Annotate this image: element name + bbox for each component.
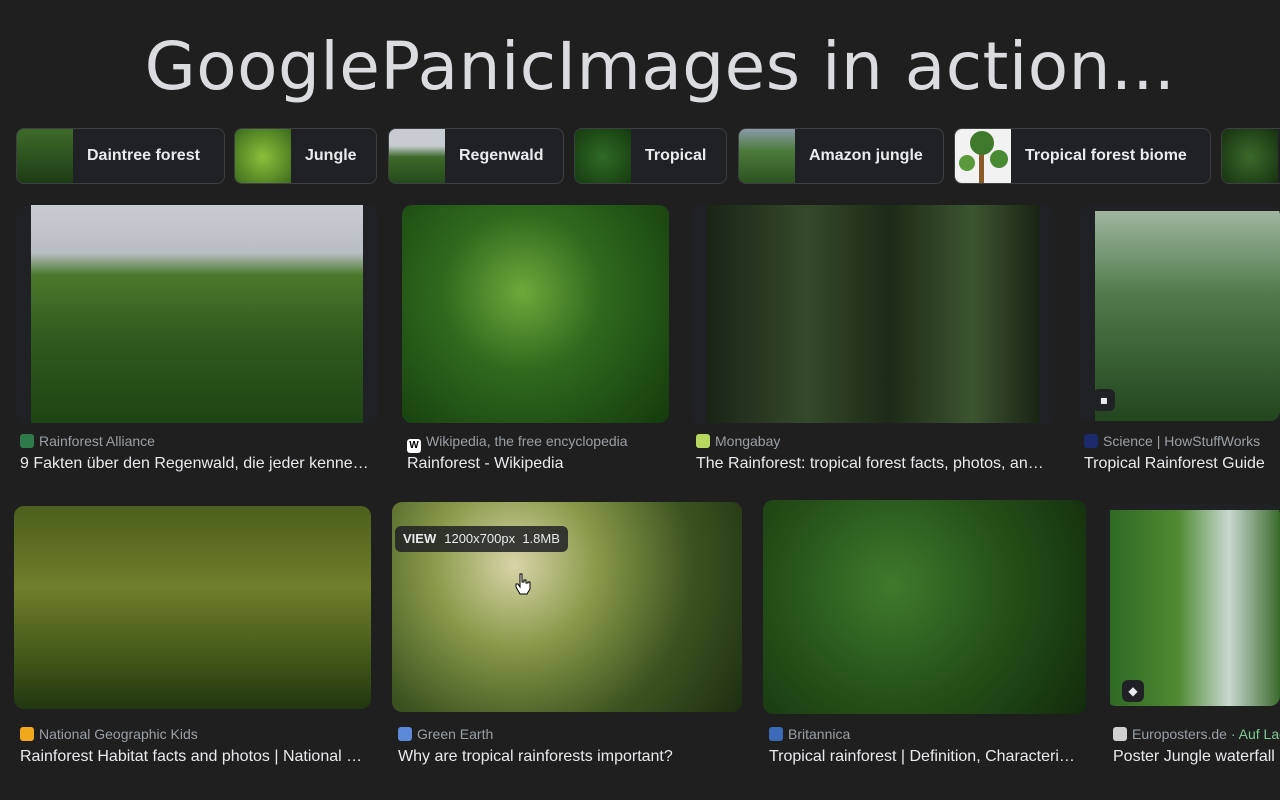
chip-more[interactable] (1221, 128, 1280, 184)
result-image-frame (402, 205, 669, 423)
chip-label: Tropical forest biome (1025, 147, 1187, 164)
result-image-frame: ◆ (1106, 504, 1280, 706)
chip-thumbnail (389, 129, 445, 183)
result-caption[interactable]: 9 Fakten über den Regenwald, die jeder k… (20, 455, 372, 473)
result-source[interactable]: Europosters.de · Auf Lager (1113, 726, 1280, 742)
chip-label: Daintree forest (87, 147, 200, 164)
favicon-icon (769, 727, 783, 741)
result-source[interactable]: Rainforest Alliance (20, 433, 155, 449)
result-source[interactable]: Science | HowStuffWorks (1084, 433, 1260, 449)
tag-icon: ◆ (1122, 680, 1144, 702)
wikipedia-icon: W (407, 439, 421, 453)
favicon-icon (696, 434, 710, 448)
chip-thumbnail (235, 129, 291, 183)
chip-amazon-jungle[interactable]: Amazon jungle (738, 128, 944, 184)
chip-label: Tropical (645, 147, 707, 164)
chip-thumbnail (575, 129, 631, 183)
result-source[interactable]: W Wikipedia, the free encyclopedia (407, 433, 628, 453)
chip-tropical[interactable]: Tropical (574, 128, 727, 184)
result-caption[interactable]: The Rainforest: tropical forest facts, p… (696, 455, 1048, 473)
related-searches-bar: Daintree forest Jungle Regenwald Tropica… (16, 128, 1280, 186)
page-title: GooglePanicImages in action... (144, 28, 1176, 105)
stock-status: · Auf Lager (1230, 726, 1280, 742)
chip-daintree-forest[interactable]: Daintree forest (16, 128, 225, 184)
favicon-icon (20, 434, 34, 448)
favicon-icon (398, 727, 412, 741)
chip-thumbnail (739, 129, 795, 183)
result-source[interactable]: Green Earth (398, 726, 493, 742)
chip-jungle[interactable]: Jungle (234, 128, 377, 184)
chip-thumbnail (17, 129, 73, 183)
result-image-frame (14, 506, 371, 709)
result-image-frame (763, 500, 1086, 714)
result-image[interactable] (31, 205, 363, 423)
result-source[interactable]: Mongabay (696, 433, 780, 449)
hand-pointer-cursor-icon (514, 573, 532, 599)
chip-regenwald[interactable]: Regenwald (388, 128, 564, 184)
chip-label: Amazon jungle (809, 147, 923, 164)
result-image-frame (16, 205, 378, 425)
view-label: VIEW (403, 531, 437, 546)
result-source[interactable]: National Geographic Kids (20, 726, 198, 742)
result-image[interactable] (1095, 211, 1280, 421)
result-source[interactable]: Britannica (769, 726, 850, 742)
chip-thumbnail (955, 129, 1011, 183)
chip-label: Regenwald (459, 147, 544, 164)
favicon-icon (20, 727, 34, 741)
result-caption[interactable]: Rainforest Habitat facts and photos | Na… (20, 748, 370, 766)
result-image-frame (691, 205, 1055, 425)
result-image-frame: ▪ (1079, 205, 1280, 421)
chip-thumbnail (1222, 129, 1278, 183)
image-icon: ▪ (1093, 389, 1115, 411)
result-caption[interactable]: Tropical rainforest | Definition, Charac… (769, 748, 1081, 766)
image-size: 1.8MB (522, 531, 560, 546)
view-image-overlay[interactable]: VIEW 1200x700px 1.8MB (395, 526, 568, 552)
result-image[interactable] (402, 205, 669, 423)
favicon-icon (1084, 434, 1098, 448)
result-caption[interactable]: Why are tropical rainforests important? (398, 748, 738, 766)
result-caption[interactable]: Tropical Rainforest Guide (1084, 455, 1280, 473)
result-caption[interactable]: Poster Jungle waterfall (1113, 748, 1280, 766)
chip-label: Jungle (305, 147, 357, 164)
result-image[interactable] (14, 506, 371, 709)
result-image[interactable] (763, 500, 1086, 714)
result-caption[interactable]: Rainforest - Wikipedia (407, 455, 669, 473)
image-dimensions: 1200x700px (444, 531, 516, 546)
favicon-icon (1113, 727, 1127, 741)
chip-tropical-forest-biome[interactable]: Tropical forest biome (954, 128, 1211, 184)
result-image[interactable] (1110, 510, 1280, 706)
result-image[interactable] (707, 205, 1039, 423)
